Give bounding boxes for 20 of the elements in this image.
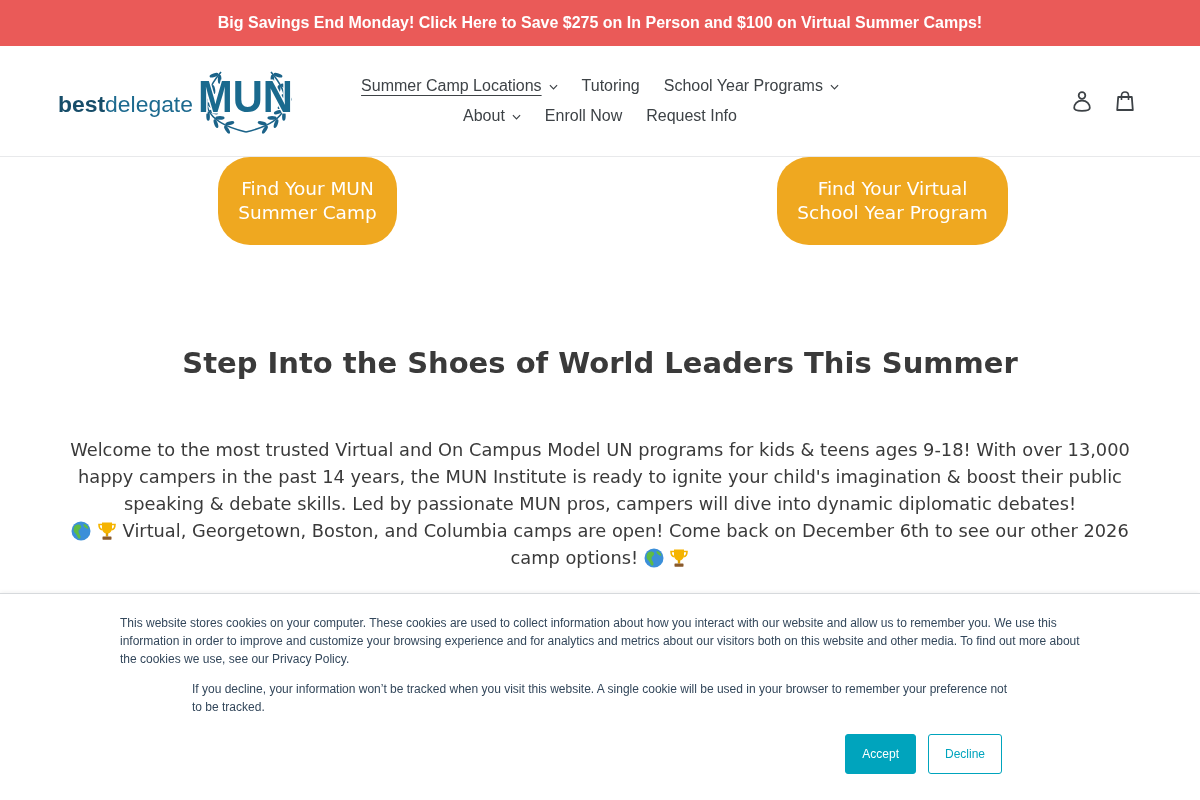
intro-paragraph: Welcome to the most trusted Virtual and On Campus Model UN programs for kids & teens ages 9-18! With over 13,000 happy campers in the past 14 years, the MUN Institute is ready to ignite your child's imagination & boost their public speaking & debate skills. Led by passionate MUN pros, campers will dive into dynamic diplomatic debates! bbox=[69, 438, 1131, 516]
trophy-icon bbox=[96, 521, 117, 541]
nav-link[interactable]: Request Info bbox=[634, 101, 749, 131]
shopping-bag-icon[interactable] bbox=[1115, 91, 1135, 111]
headline: Step Into the Shoes of World Leaders This Summer bbox=[181, 345, 1019, 381]
nav-link[interactable]: Tutoring bbox=[569, 71, 652, 101]
nav-link[interactable]: School Year Programs bbox=[651, 71, 851, 101]
caret-icon bbox=[829, 84, 839, 90]
announcement-text: Virtual, Georgetown, Boston, and Columbia camps are open! Come back on December 6th to see our other 2026 camp options! bbox=[55, 517, 1145, 571]
caret-icon bbox=[548, 84, 558, 90]
globe-icon bbox=[71, 521, 92, 541]
nav-link[interactable]: Enroll Now bbox=[532, 101, 635, 131]
nav-link[interactable]: About bbox=[451, 101, 533, 131]
caret-icon bbox=[511, 114, 521, 120]
nav-link[interactable]: Summer Camp Locations bbox=[349, 71, 570, 101]
account-icon[interactable] bbox=[1073, 90, 1091, 112]
cookie-message: This website stores cookies on your computer. These cookies are used to collect information about how you interact with our website and allow us to remember you. We use this information in order to improve and customize your browsing experience and for analytics and metrics about our visitors both on this website and other media. To find out more about the cookies we use, see our Privacy Policy. bbox=[120, 615, 1080, 668]
trophy-icon bbox=[669, 548, 690, 568]
globe-icon bbox=[643, 548, 664, 568]
cookie-decline-note: If you decline, your information won’t be tracked when you visit this website. A single cookie will be used in your browser to remember your preference not to be tracked. bbox=[192, 681, 1008, 716]
